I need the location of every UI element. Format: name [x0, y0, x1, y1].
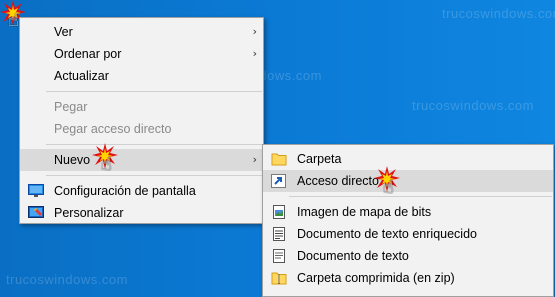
menu-item-configuracion-pantalla[interactable]: Configuración de pantalla	[20, 180, 263, 202]
menu-item-pegar-acceso-directo: Pegar acceso directo	[54, 122, 172, 136]
hand-cursor-icon: ☝	[101, 154, 112, 175]
menu-item-ver[interactable]: Ver ›	[20, 21, 263, 43]
menu-item-personalizar[interactable]: Personalizar	[20, 202, 263, 224]
submenu-item-acceso-directo[interactable]: Acceso directo	[263, 170, 553, 192]
hand-cursor-icon: ☝	[383, 177, 394, 198]
submenu-item-mapa-de-bits[interactable]: Imagen de mapa de bits	[263, 201, 553, 223]
submenu-item-documento-texto[interactable]: Documento de texto	[263, 245, 553, 267]
folder-icon	[271, 153, 287, 166]
menu-separator	[46, 144, 262, 145]
zip-folder-icon	[271, 272, 287, 285]
menu-item-nuevo[interactable]: Nuevo ›	[20, 149, 263, 171]
menu-separator	[46, 91, 262, 92]
watermark: trucoswindows.com	[6, 272, 128, 287]
chevron-right-icon: ›	[252, 25, 257, 38]
shortcut-icon	[271, 174, 286, 188]
desktop-context-menu: Ver › Ordenar por › Actualizar Pegar Peg…	[19, 17, 264, 224]
menu-separator	[46, 175, 262, 176]
rtf-document-icon	[273, 227, 285, 241]
new-submenu: Carpeta Acceso directo Imagen de mapa de…	[262, 144, 554, 297]
hand-cursor-icon: ☝	[8, 10, 19, 31]
watermark: trucoswindows.com	[442, 6, 555, 21]
submenu-item-texto-enriquecido[interactable]: Documento de texto enriquecido	[263, 223, 553, 245]
submenu-item-carpeta-comprimida[interactable]: Carpeta comprimida (en zip)	[263, 267, 553, 289]
chevron-right-icon: ›	[252, 153, 257, 166]
bitmap-icon	[273, 205, 285, 219]
personalize-icon	[28, 206, 44, 218]
menu-separator	[289, 196, 552, 197]
text-document-icon	[273, 249, 285, 263]
menu-item-pegar: Pegar	[54, 100, 88, 114]
chevron-right-icon: ›	[252, 47, 257, 60]
display-settings-icon	[28, 184, 44, 197]
menu-item-actualizar[interactable]: Actualizar	[20, 65, 263, 87]
submenu-item-carpeta[interactable]: Carpeta	[263, 148, 553, 170]
watermark: trucoswindows.com	[412, 98, 534, 113]
menu-item-ordenar-por[interactable]: Ordenar por ›	[20, 43, 263, 65]
